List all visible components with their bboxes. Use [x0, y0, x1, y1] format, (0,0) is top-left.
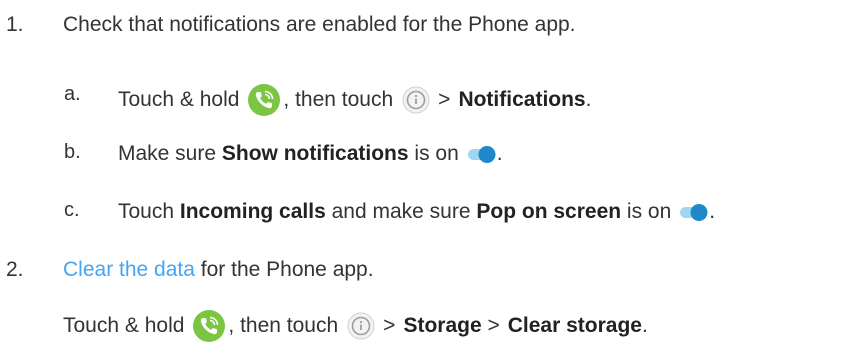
- step-1-text: Check that notifications are enabled for…: [63, 11, 576, 39]
- step-1a-separator: >: [438, 88, 451, 111]
- step-1a-prefix: Touch & hold: [118, 88, 240, 111]
- step-1c-text: Touch Incoming calls and make sure Pop o…: [118, 198, 715, 226]
- step-1b-suffix: is on: [414, 142, 459, 165]
- toggle-on-icon: [679, 201, 709, 223]
- step-1a-letter: a.: [64, 83, 81, 105]
- incoming-calls-label: Incoming calls: [179, 200, 326, 223]
- step-2-detail: Touch & hold , then touch > Storage > Cl…: [63, 309, 648, 343]
- step-1c-middle: and make sure: [331, 200, 471, 223]
- step-1b-letter: b.: [64, 141, 81, 163]
- step-1a-middle: , then touch: [283, 88, 394, 111]
- step-2-separator-2: >: [487, 314, 500, 337]
- step-1c-letter: c.: [64, 199, 80, 221]
- step-1b-end: .: [496, 142, 503, 165]
- clear-storage-label: Clear storage: [507, 314, 642, 337]
- step-2-detail-prefix: Touch & hold: [63, 314, 185, 337]
- step-2-text: Clear the data for the Phone app.: [63, 256, 374, 284]
- step-1b-text: Make sure Show notifications is on .: [118, 140, 503, 168]
- step-1c-prefix: Touch: [118, 200, 175, 223]
- pop-on-screen-label: Pop on screen: [476, 200, 622, 223]
- step-2-detail-suffix: .: [641, 314, 648, 337]
- step-1a-text: Touch & hold , then touch > Notification…: [118, 83, 591, 117]
- step-2-separator-1: >: [383, 314, 396, 337]
- info-icon: [347, 312, 375, 340]
- notifications-menu-label: Notifications: [458, 88, 586, 111]
- step-2-detail-middle: , then touch: [228, 314, 339, 337]
- step-1-number: 1.: [6, 13, 24, 36]
- step-2-label: for the Phone app.: [200, 258, 374, 281]
- step-1-label: Check that notifications are enabled for…: [63, 13, 576, 36]
- toggle-on-icon: [467, 143, 497, 165]
- show-notifications-label: Show notifications: [221, 142, 409, 165]
- phone-app-icon: [247, 83, 281, 117]
- phone-app-icon: [192, 309, 226, 343]
- clear-data-link[interactable]: Clear the data: [63, 256, 195, 284]
- step-1c-end: .: [709, 200, 716, 223]
- storage-menu-label: Storage: [403, 314, 482, 337]
- step-1a-suffix: .: [585, 88, 592, 111]
- step-1b-prefix: Make sure: [118, 142, 217, 165]
- step-2-number: 2.: [6, 258, 24, 281]
- info-icon: [402, 86, 430, 114]
- step-1c-suffix: is on: [626, 200, 672, 223]
